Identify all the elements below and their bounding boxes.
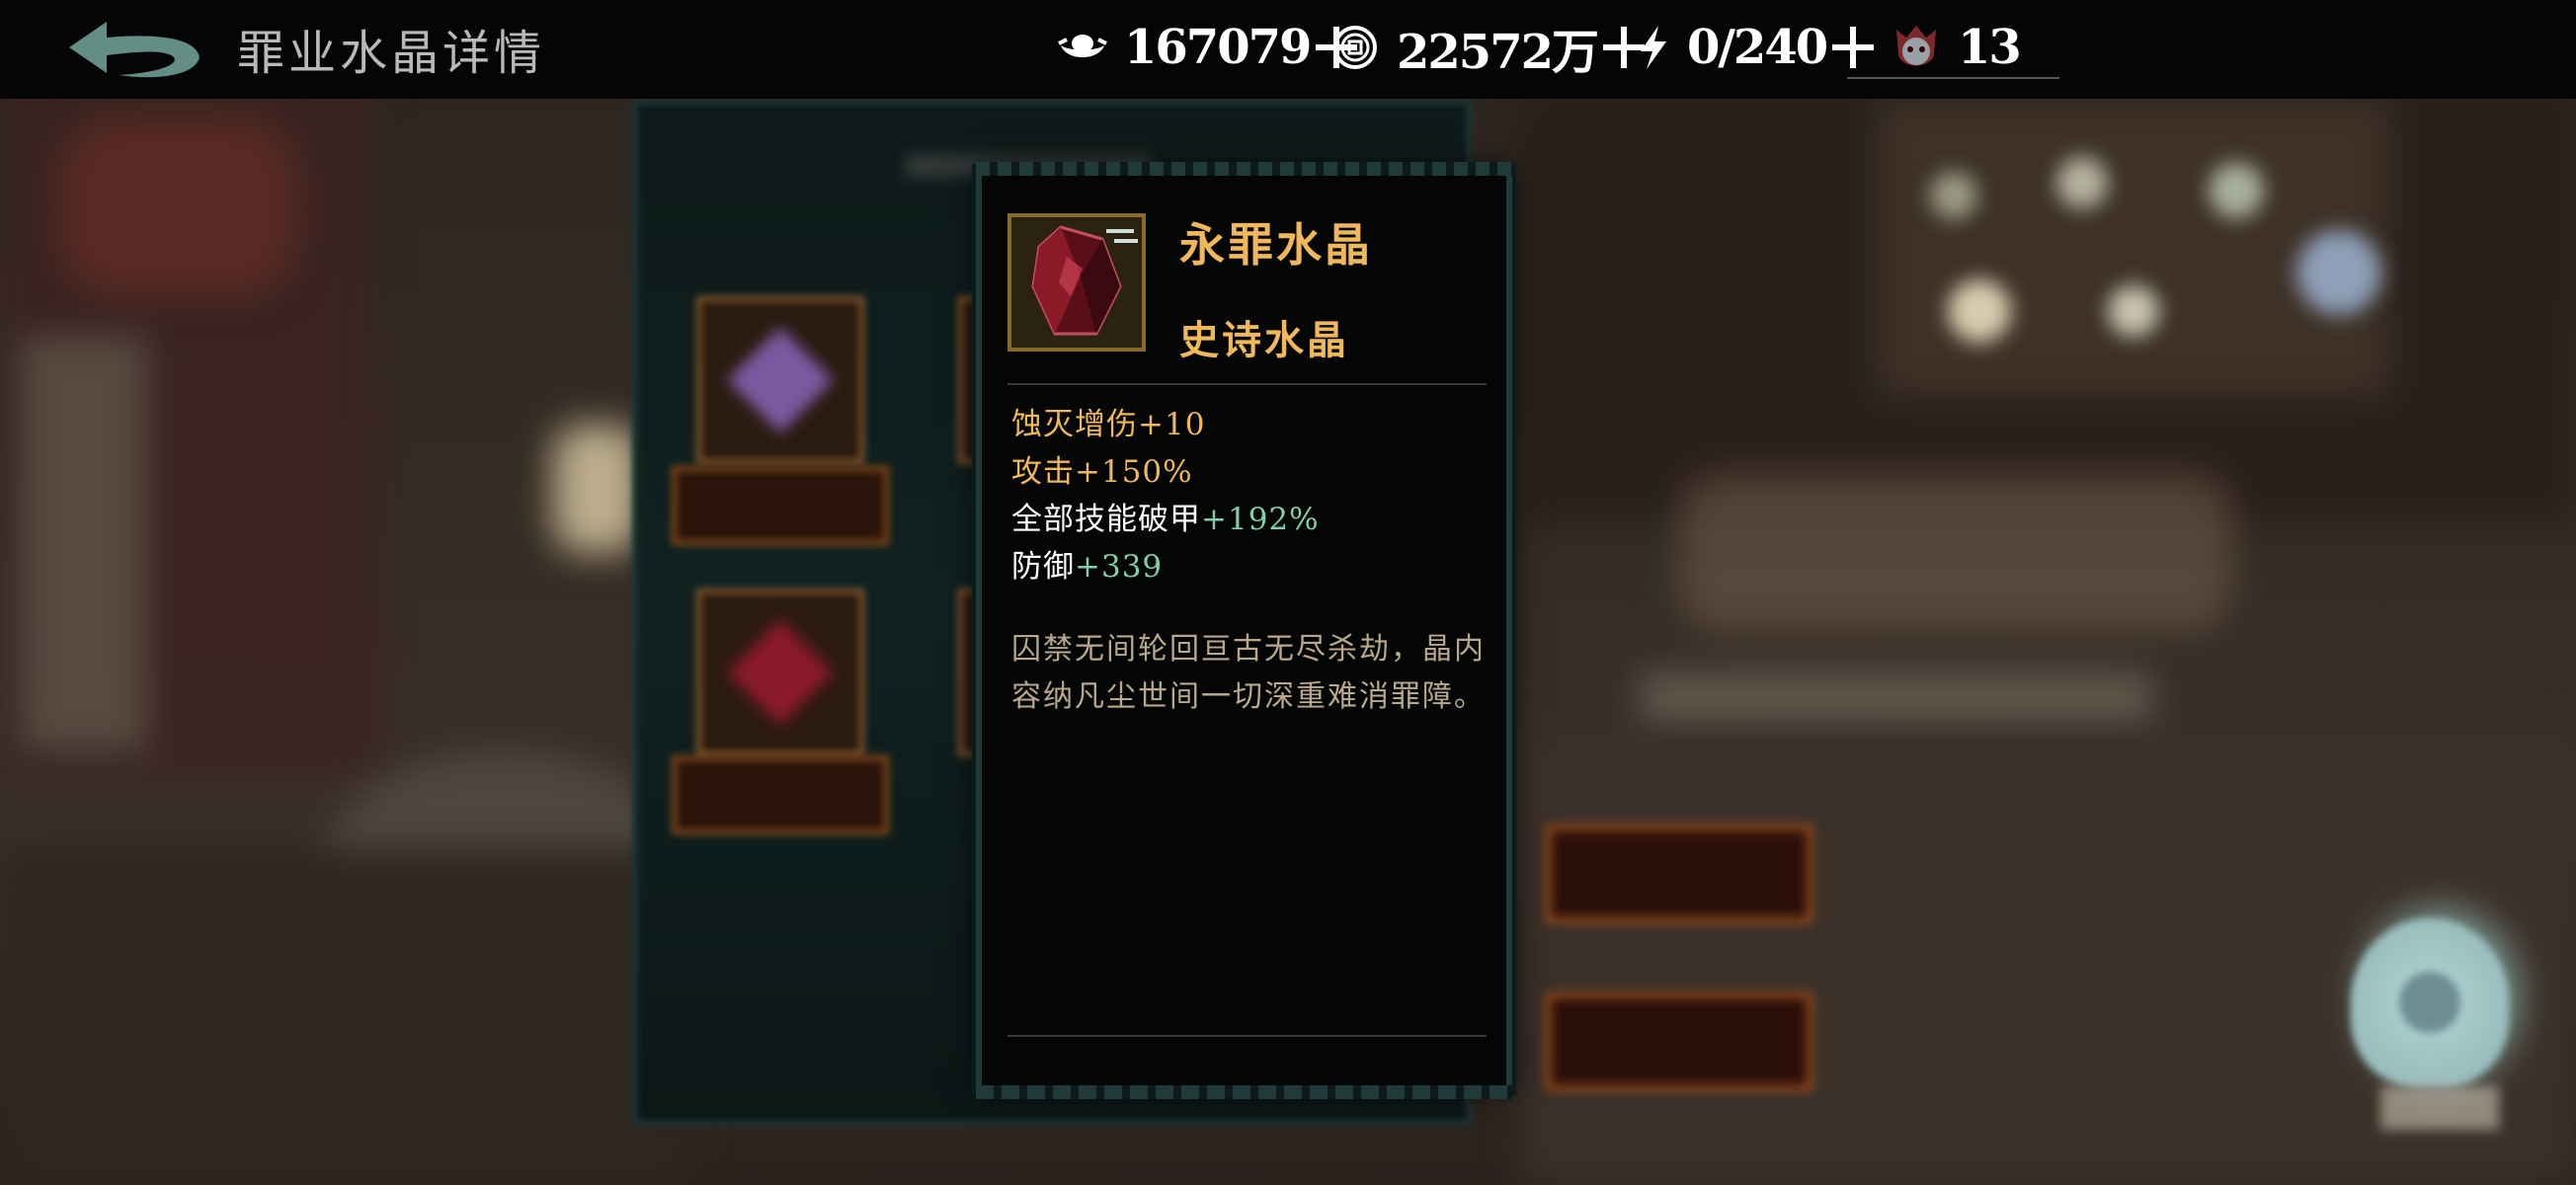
stat-row: 攻击+150% — [1011, 448, 1320, 496]
crystal-bag-button[interactable] — [2341, 918, 2529, 1146]
add-stamina-button[interactable] — [1832, 27, 1875, 68]
torn-edge-top — [976, 162, 1512, 176]
torn-edge-bottom — [976, 1085, 1512, 1099]
coin-amount: 22572万 — [1397, 25, 1599, 80]
stat-value: +192% — [1201, 502, 1320, 537]
stat-value: +150% — [1075, 454, 1193, 490]
lightning-stamina-icon — [1634, 20, 1673, 75]
stat-row: 防御+339 — [1011, 543, 1320, 591]
equip-button[interactable] — [1546, 825, 1812, 923]
crystal-rarity: 史诗水晶 — [1179, 317, 1349, 363]
stat-name: 蚀灭增伤 — [1011, 407, 1138, 442]
back-button[interactable] — [59, 14, 207, 85]
crystal-detail-popup: 永罪水晶 史诗水晶 蚀灭增伤+10 攻击+150% 全部技能破甲+192% 防御… — [976, 162, 1512, 1099]
silver-amount: 167079 — [1124, 20, 1312, 75]
bag-label — [2380, 1086, 2499, 1130]
red-crystal-icon — [1011, 217, 1142, 348]
stat-name: 全部技能破甲 — [1011, 502, 1201, 537]
resource-stamina: 0/240 — [1634, 18, 1875, 77]
divider-top — [1007, 383, 1487, 385]
crystal-name: 永罪水晶 — [1179, 218, 1373, 272]
crystal-description: 囚禁无间轮回亘古无尽杀劫，晶内容纳凡尘世间一切深重难消罪障。 — [1011, 632, 1486, 714]
resource-silver: 167079 — [1055, 18, 1358, 77]
crystal-slot[interactable] — [696, 589, 864, 756]
resource-underline — [1847, 77, 2059, 79]
crystal-slot-button[interactable] — [672, 466, 889, 545]
copper-coin-icon — [1328, 20, 1383, 75]
divider-bottom — [1007, 1035, 1487, 1037]
back-arrow-icon — [69, 22, 200, 78]
page-title: 罪业水晶详情 — [237, 26, 546, 81]
stat-row: 蚀灭增伤+10 — [1011, 401, 1320, 448]
stat-name: 攻击 — [1011, 454, 1075, 490]
silver-ingot-icon — [1055, 20, 1110, 75]
resource-coin: 22572万 — [1328, 18, 1645, 80]
stat-row: 全部技能破甲+192% — [1011, 496, 1320, 543]
replace-button[interactable] — [1546, 992, 1812, 1091]
bag-icon — [2351, 918, 2509, 1086]
stat-value: +339 — [1075, 549, 1164, 585]
resource-demon: 13 — [1889, 18, 2022, 77]
crystal-slot-button[interactable] — [672, 755, 889, 834]
stamina-amount: 0/240 — [1687, 20, 1828, 75]
demon-amount: 13 — [1958, 20, 2022, 75]
stat-name: 防御 — [1011, 549, 1075, 585]
stat-value: +10 — [1138, 407, 1206, 442]
crystal-stats: 蚀灭增伤+10 攻击+150% 全部技能破甲+192% 防御+339 — [1011, 401, 1320, 591]
demon-mask-icon — [1889, 20, 1944, 75]
crystal-item-icon — [1007, 213, 1146, 352]
crystal-slot[interactable] — [696, 296, 864, 464]
top-bar: 罪业水晶详情 167079 22572万 0/240 13 — [0, 0, 2576, 99]
